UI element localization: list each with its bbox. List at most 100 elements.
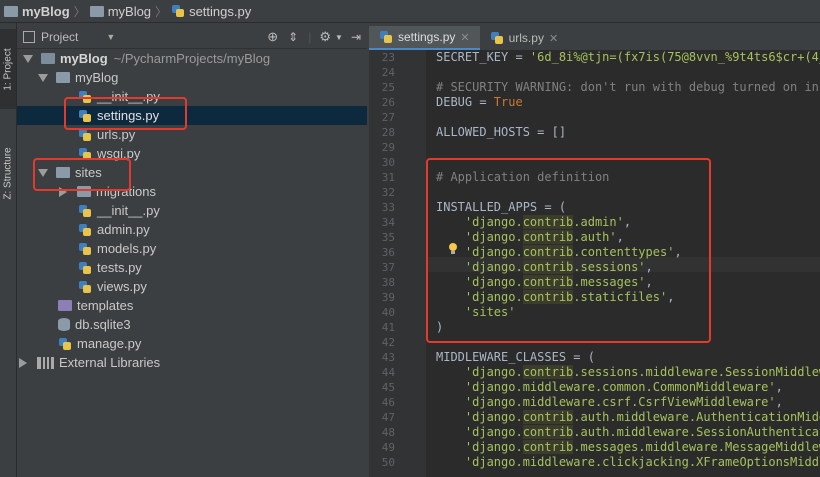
line-number: 42 xyxy=(381,336,395,349)
python-file-icon xyxy=(78,204,92,218)
line-number: 41 xyxy=(381,321,395,334)
divider: | xyxy=(308,30,312,44)
project-panel-title[interactable]: Project xyxy=(41,30,78,44)
python-file-icon xyxy=(78,242,92,256)
tree-item-label: tests.py xyxy=(97,260,142,275)
line-number: 43 xyxy=(381,351,395,364)
expand-arrow-icon[interactable] xyxy=(23,54,33,63)
folder-icon xyxy=(58,300,72,311)
line-number: 31 xyxy=(381,171,395,184)
code-line: DEBUG = True xyxy=(436,95,523,109)
tab-settings-py[interactable]: settings.py ✕ xyxy=(369,26,480,50)
collapse-arrow-icon[interactable] xyxy=(19,357,27,368)
line-number: 26 xyxy=(381,96,395,109)
project-view-icon xyxy=(23,31,35,43)
tab-urls-py[interactable]: urls.py ✕ xyxy=(480,26,569,50)
gear-icon[interactable]: ⚙ xyxy=(319,29,331,45)
code-line: 'django.middleware.csrf.CsrfViewMiddlewa… xyxy=(464,395,783,409)
chevron-down-icon[interactable]: ▼ xyxy=(335,33,343,42)
project-panel-header: Project ▼ ⊕ ⇕ | ⚙ ▼ ⇥ xyxy=(17,26,367,49)
breadcrumb-label: myBlog xyxy=(22,3,70,19)
locate-file-icon[interactable]: ⊕ xyxy=(267,29,278,45)
line-number: 28 xyxy=(381,126,395,139)
close-icon[interactable]: ✕ xyxy=(460,31,469,44)
line-number: 30 xyxy=(381,156,395,169)
close-icon[interactable]: ✕ xyxy=(549,32,558,45)
tree-item-file[interactable]: tests.py xyxy=(78,258,142,277)
tree-item-file[interactable]: manage.py xyxy=(58,334,141,353)
tree-item-package-myblog[interactable]: myBlog xyxy=(38,68,118,87)
line-number: 35 xyxy=(381,231,395,244)
tree-item-file[interactable]: __init__.py xyxy=(78,201,160,220)
folder-icon xyxy=(4,5,18,17)
breadcrumb-separator: 〉 xyxy=(155,4,168,19)
tab-structure-tool[interactable]: Z: Structure xyxy=(0,123,16,223)
editor-gutter: 23 24 25 26 27 28 29 30 31 32 33 34 35 36 37 38 39 40 41 42… xyxy=(369,50,436,477)
editor-tab-bar: settings.py ✕ urls.py ✕ xyxy=(369,26,820,51)
breadcrumb-label: settings.py xyxy=(189,3,252,19)
tree-item-file-db[interactable]: db.sqlite3 xyxy=(58,315,131,334)
breadcrumb-separator: 〉 xyxy=(73,4,86,19)
line-number: 45 xyxy=(381,381,395,394)
line-number: 23 xyxy=(381,51,395,64)
tree-item-label: templates xyxy=(77,298,134,313)
code-line: 'django.contrib.messages.middleware.Mess… xyxy=(464,440,820,454)
python-file-icon xyxy=(171,4,185,18)
breadcrumb-item-package[interactable]: myBlog xyxy=(86,4,155,19)
code-line: # SECURITY WARNING: don't run with debug… xyxy=(436,80,820,94)
tree-item-label: manage.py xyxy=(77,336,142,351)
library-icon xyxy=(37,356,54,369)
code-line: 'django.contrib.sessions.middleware.Sess… xyxy=(464,365,820,379)
line-number: 24 xyxy=(381,66,395,79)
line-number: 25 xyxy=(381,81,395,94)
tree-item-label: External Libraries xyxy=(59,355,161,370)
highlight-box-sites xyxy=(33,158,131,191)
python-file-icon xyxy=(78,223,92,237)
tree-item-label: __init__.py xyxy=(97,203,160,218)
tab-label: settings.py xyxy=(398,30,456,44)
package-folder-icon xyxy=(56,72,70,83)
python-file-icon xyxy=(58,337,72,351)
python-file-icon xyxy=(379,30,393,44)
tree-item-external-libraries[interactable]: External Libraries xyxy=(19,353,160,372)
line-number: 50 xyxy=(381,456,395,469)
line-number: 29 xyxy=(381,141,395,154)
line-number: 37 xyxy=(381,261,395,274)
tree-item-file[interactable]: views.py xyxy=(78,277,147,296)
tree-item-folder-templates[interactable]: templates xyxy=(58,296,133,315)
line-number: 27 xyxy=(381,111,395,124)
tree-item-project-root[interactable]: myBlog ~/PycharmProjects/myBlog xyxy=(23,49,270,68)
code-line: 'django.contrib.auth.middleware.Authenti… xyxy=(464,410,820,424)
tree-item-file[interactable]: admin.py xyxy=(78,220,150,239)
line-number: 47 xyxy=(381,411,395,424)
line-number: 49 xyxy=(381,441,395,454)
tab-label: urls.py xyxy=(508,31,544,45)
tab-structure-tool-label: Z: Structure xyxy=(2,146,14,200)
line-number: 32 xyxy=(381,186,395,199)
python-file-icon xyxy=(490,31,504,45)
code-line: MIDDLEWARE_CLASSES = ( xyxy=(436,350,595,364)
tree-item-label: db.sqlite3 xyxy=(75,317,131,332)
tool-window-strip: 1: Project Z: Structure xyxy=(0,23,17,477)
line-number: 39 xyxy=(381,291,395,304)
line-number: 46 xyxy=(381,396,395,409)
collapse-all-icon[interactable]: ⇕ xyxy=(288,30,298,44)
tab-project-tool[interactable]: 1: Project xyxy=(0,29,16,109)
breadcrumb-item-project[interactable]: myBlog xyxy=(0,4,74,19)
breadcrumb-item-file[interactable]: settings.py xyxy=(167,4,255,19)
highlight-box-installed-apps xyxy=(426,158,711,343)
line-number: 48 xyxy=(381,426,395,439)
folder-icon xyxy=(41,53,55,64)
python-file-icon xyxy=(78,261,92,275)
code-line: 'django.middleware.common.CommonMiddlewa… xyxy=(464,380,783,394)
tree-item-label: views.py xyxy=(97,279,147,294)
tab-project-tool-label: 1: Project xyxy=(2,47,14,91)
tree-item-label: models.py xyxy=(97,241,157,256)
navigation-breadcrumb: myBlog 〉 myBlog 〉 settings.py xyxy=(0,0,820,23)
line-number: 36 xyxy=(381,246,395,259)
expand-arrow-icon[interactable] xyxy=(38,73,48,82)
hide-panel-icon[interactable]: ⇥ xyxy=(351,30,361,44)
code-line: SECRET_KEY = '6d_8i%@tjn=(fx7is(75@8vvn_… xyxy=(436,50,820,64)
tree-item-file[interactable]: models.py xyxy=(78,239,156,258)
dropdown-arrow-icon[interactable]: ▼ xyxy=(106,32,115,42)
